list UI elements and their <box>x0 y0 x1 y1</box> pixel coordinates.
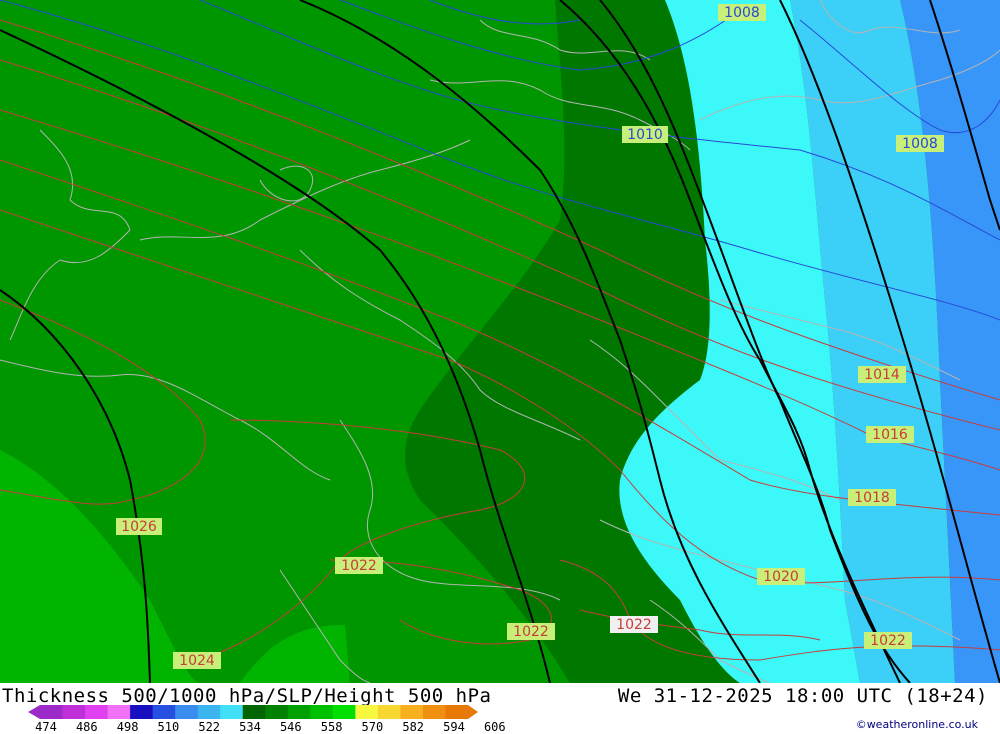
colorbar-swatch <box>40 705 64 719</box>
colorbar-tick-label: 522 <box>198 720 221 734</box>
colorbar-swatch <box>287 705 311 719</box>
colorbar-tick-label: 594 <box>443 720 465 734</box>
isobar-label: 1008 <box>896 135 944 152</box>
colorbar-tick-label: 606 <box>483 720 506 734</box>
isobar-label: 1022 <box>864 632 912 649</box>
colorbar-tick-label: 486 <box>75 720 98 734</box>
valid-time: We 31-12-2025 18:00 UTC (18+24) <box>617 685 988 707</box>
svg-text:1016: 1016 <box>872 427 908 443</box>
isobar-label: 1014 <box>858 366 906 383</box>
isobar-label: 1020 <box>757 568 805 585</box>
colorbar-tick-label: 498 <box>116 720 139 734</box>
weather-map: 1008 1008 1010 1014 1016 1018 1020 1022 <box>0 0 1000 683</box>
map-footer: Thickness 500/1000 hPa/SLP/Height 500 hP… <box>0 683 1000 734</box>
colorbar-swatch <box>85 705 109 719</box>
colorbar-swatch <box>107 705 131 719</box>
colorbar-swatch <box>197 705 221 719</box>
isobar-label: 1016 <box>866 426 914 443</box>
colorbar-swatch <box>332 705 356 719</box>
isobar-label: 1026 <box>116 518 162 535</box>
svg-text:1008: 1008 <box>902 136 938 152</box>
colorbar-swatch <box>400 705 424 719</box>
colorbar-tick-label: 474 <box>35 720 57 734</box>
isobar-label: 1024 <box>173 652 221 669</box>
svg-text:1014: 1014 <box>864 367 900 383</box>
map-title: Thickness 500/1000 hPa/SLP/Height 500 hP… <box>2 685 492 707</box>
colorbar-tick-label: 546 <box>279 720 302 734</box>
colorbar-swatch <box>310 705 334 719</box>
isobar-label: 1008 <box>718 4 766 21</box>
svg-text:1022: 1022 <box>513 624 549 640</box>
colorbar-tick-label: 510 <box>157 720 180 734</box>
colorbar-swatch <box>422 705 446 719</box>
colorbar-swatch <box>62 705 86 719</box>
colorbar-arrow-right <box>468 705 478 719</box>
colorbar-swatch <box>175 705 199 719</box>
isobar-label: 1010 <box>622 126 668 143</box>
colorbar-swatch <box>377 705 401 719</box>
credit-link[interactable]: ©weatheronline.co.uk <box>856 718 978 731</box>
svg-text:1020: 1020 <box>763 569 799 585</box>
svg-text:1022: 1022 <box>616 617 652 633</box>
colorbar-tick-label: 582 <box>402 720 425 734</box>
isobar-label: 1022 <box>335 557 383 574</box>
colorbar <box>28 705 478 719</box>
svg-text:1010: 1010 <box>627 127 663 143</box>
colorbar-tick-label: 534 <box>239 720 261 734</box>
colorbar-swatch <box>265 705 289 719</box>
colorbar-swatch <box>445 705 469 719</box>
colorbar-swatch <box>130 705 154 719</box>
svg-text:1024: 1024 <box>179 653 215 669</box>
isobar-label: 1018 <box>848 489 896 506</box>
svg-text:1022: 1022 <box>341 558 377 574</box>
isobar-label: 1022 <box>610 616 658 633</box>
isobar-label: 1022 <box>507 623 555 640</box>
svg-text:1026: 1026 <box>121 519 157 535</box>
colorbar-tick-label: 570 <box>361 720 384 734</box>
colorbar-swatch <box>220 705 244 719</box>
colorbar-swatch <box>152 705 176 719</box>
colorbar-swatch <box>355 705 379 719</box>
svg-text:1008: 1008 <box>724 5 760 21</box>
svg-text:1022: 1022 <box>870 633 906 649</box>
colorbar-arrow-left <box>28 705 40 719</box>
colorbar-swatch <box>242 705 266 719</box>
svg-text:1018: 1018 <box>854 490 890 506</box>
colorbar-tick-label: 558 <box>320 720 343 734</box>
